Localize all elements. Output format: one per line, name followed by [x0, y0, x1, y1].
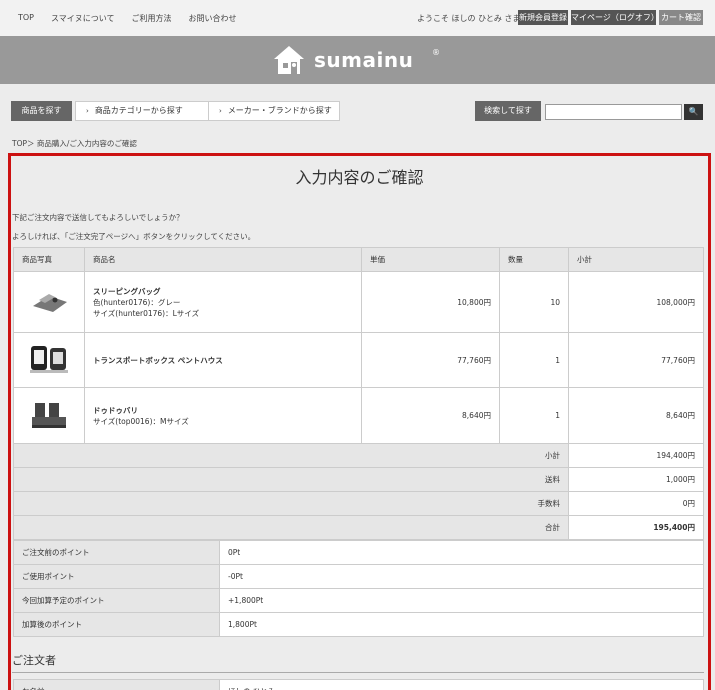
search-submit-button[interactable]: 🔍	[684, 104, 703, 120]
unit-price: 77,760円	[361, 332, 500, 388]
top-nav: TOP スマイヌについて ご利用方法 お問い合わせ	[18, 13, 254, 24]
summary-value: 194,400円	[568, 443, 704, 468]
table-row: お名前 ほしの ひとみ	[13, 679, 704, 690]
chevron-right-icon: ›	[219, 107, 222, 115]
nav-link-top[interactable]: TOP	[18, 13, 34, 24]
house-dog-icon	[274, 46, 304, 74]
summary-value-total: 195,400円	[568, 515, 704, 540]
register-button[interactable]: 新規会員登録	[518, 10, 568, 25]
order-items-table: 商品写真 商品名 単価 数量 小計 スリーピングバッグ 色(hunter0176…	[13, 247, 704, 540]
logo-registered-mark: ®	[432, 48, 440, 57]
table-row: ドゥドゥバリ サイズ(top0016)：Mサイズ 8,640円 1 8,640円	[13, 387, 704, 444]
col-price: 単価	[361, 247, 500, 272]
summary-row-shipping: 送料 1,000円	[13, 467, 704, 492]
summary-label: 手数料	[13, 491, 569, 516]
product-name-cell: ドゥドゥバリ サイズ(top0016)：Mサイズ	[84, 387, 362, 444]
logo-text: sumainu	[314, 48, 414, 72]
product-photo[interactable]	[13, 332, 85, 388]
summary-label: 送料	[13, 467, 569, 492]
maker-search-label: メーカー・ブランドから探す	[227, 106, 332, 115]
search-icon: 🔍	[688, 107, 699, 116]
page-title: 入力内容のご確認	[295, 168, 424, 187]
quantity: 1	[499, 387, 569, 444]
product-option: 色(hunter0176)：グレー	[93, 297, 181, 307]
table-row: トランスポートボックス ペントハウス 77,760円 1 77,760円	[13, 332, 704, 388]
chevron-right-icon: ›	[86, 107, 89, 115]
product-option: サイズ(top0016)：Mサイズ	[93, 416, 189, 426]
search-input[interactable]	[545, 104, 682, 120]
line-subtotal: 8,640円	[568, 387, 704, 444]
mypage-button[interactable]: マイページ（ログオフ）	[571, 10, 659, 25]
summary-label: 合計	[13, 515, 569, 540]
find-products-button[interactable]: 商品を探す	[11, 101, 72, 121]
summary-row-subtotal: 小計 194,400円	[13, 443, 704, 468]
customer-section-title: ご注文者	[12, 652, 704, 673]
quantity: 10	[499, 271, 569, 333]
breadcrumb: TOP＞ 商品購入/ご入力内容のご確認	[12, 139, 137, 148]
col-name: 商品名	[84, 247, 362, 272]
product-name[interactable]: スリーピングバッグ	[93, 287, 161, 296]
product-name[interactable]: トランスポートボックス ペントハウス	[93, 356, 223, 365]
points-value: -0Pt	[219, 564, 704, 589]
points-label: ご使用ポイント	[13, 564, 220, 589]
points-label: ご注文前のポイント	[13, 540, 220, 565]
maker-search-button[interactable]: › メーカー・ブランドから探す	[208, 101, 340, 121]
points-table: ご注文前のポイント 0Pt ご使用ポイント -0Pt 今回加算予定のポイント +…	[13, 540, 704, 637]
customer-table: お名前 ほしの ひとみ	[13, 679, 704, 690]
sleeping-bag-image	[33, 294, 67, 312]
summary-row-total: 合計 195,400円	[13, 515, 704, 540]
top-bar: TOP スマイヌについて ご利用方法 お問い合わせ ようこそ ほしの ひとみ さ…	[0, 0, 715, 36]
confirm-panel: 入力内容のご確認 下記ご注文内容で送信してもよろしいでしょうか？ よろしければ、…	[8, 153, 711, 690]
col-subtotal: 小計	[568, 247, 704, 272]
table-row: 加算後のポイント 1,800Pt	[13, 612, 704, 637]
summary-label: 小計	[13, 443, 569, 468]
points-value: 0Pt	[219, 540, 704, 565]
customer-value: ほしの ひとみ	[219, 679, 704, 690]
transport-box-image	[30, 346, 68, 373]
customer-label: お名前	[13, 679, 220, 690]
logo[interactable]: sumainu ®	[272, 44, 452, 76]
cart-button[interactable]: カート確認	[659, 10, 703, 25]
col-qty: 数量	[499, 247, 569, 272]
product-name[interactable]: ドゥドゥバリ	[93, 406, 138, 415]
keyword-search-button[interactable]: 検索して探す	[475, 101, 541, 121]
product-option: サイズ(hunter0176)：Lサイズ	[93, 308, 200, 318]
unit-price: 8,640円	[361, 387, 500, 444]
category-search-button[interactable]: › 商品カテゴリーから探す	[75, 101, 209, 121]
table-row: ご使用ポイント -0Pt	[13, 564, 704, 589]
quantity: 1	[499, 332, 569, 388]
site-header: sumainu ®	[0, 36, 715, 84]
welcome-text: ようこそ ほしの ひとみ さま	[417, 14, 521, 23]
floor-sofa-image	[32, 402, 66, 428]
table-row: スリーピングバッグ 色(hunter0176)：グレー サイズ(hunter01…	[13, 271, 704, 333]
product-photo[interactable]	[13, 387, 85, 444]
category-search-label: 商品カテゴリーから探す	[94, 106, 183, 115]
line-subtotal: 108,000円	[568, 271, 704, 333]
points-label: 今回加算予定のポイント	[13, 588, 220, 613]
product-name-cell: トランスポートボックス ペントハウス	[84, 332, 362, 388]
nav-link-howto[interactable]: ご利用方法	[132, 13, 172, 24]
points-label: 加算後のポイント	[13, 612, 220, 637]
summary-row-fee: 手数料 0円	[13, 491, 704, 516]
table-header-row: 商品写真 商品名 単価 数量 小計	[13, 247, 704, 272]
nav-link-about[interactable]: スマイヌについて	[51, 13, 115, 24]
unit-price: 10,800円	[361, 271, 500, 333]
points-value: +1,800Pt	[219, 588, 704, 613]
points-value: 1,800Pt	[219, 612, 704, 637]
nav-link-contact[interactable]: お問い合わせ	[189, 13, 237, 24]
summary-value: 1,000円	[568, 467, 704, 492]
table-row: 今回加算予定のポイント +1,800Pt	[13, 588, 704, 613]
summary-value: 0円	[568, 491, 704, 516]
intro-text-2: よろしければ、「ご注文完了ページへ」ボタンをクリックしてください。	[12, 232, 256, 241]
product-name-cell: スリーピングバッグ 色(hunter0176)：グレー サイズ(hunter01…	[84, 271, 362, 333]
col-photo: 商品写真	[13, 247, 85, 272]
intro-text-1: 下記ご注文内容で送信してもよろしいでしょうか？	[12, 213, 184, 222]
line-subtotal: 77,760円	[568, 332, 704, 388]
product-photo[interactable]	[13, 271, 85, 333]
table-row: ご注文前のポイント 0Pt	[13, 540, 704, 565]
